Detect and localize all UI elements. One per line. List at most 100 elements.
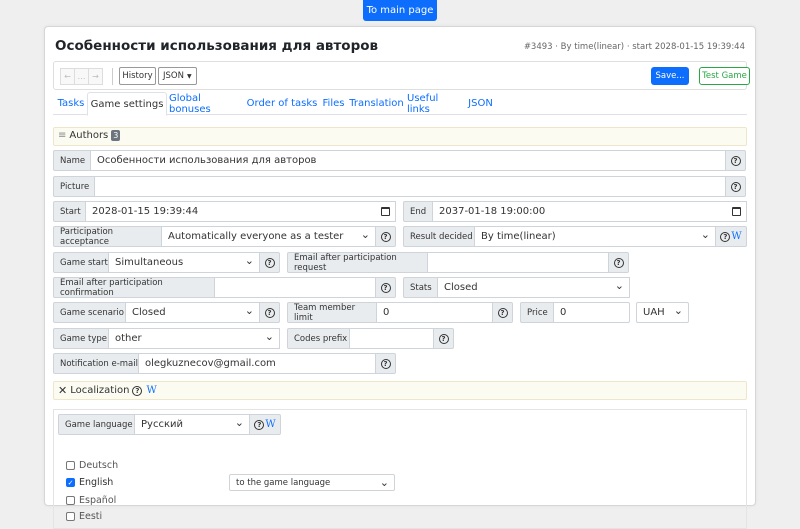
picture-label: Picture — [53, 176, 95, 197]
game-settings-panel: Особенности использования для авторов #3… — [44, 26, 756, 529]
scenario-help-button[interactable]: ? — [259, 302, 280, 323]
question-icon: ? — [380, 231, 391, 242]
question-icon[interactable]: ? — [132, 385, 143, 396]
toolbar-divider — [112, 68, 113, 85]
participation-select[interactable]: Automatically everyone as a tester — [161, 226, 376, 247]
game-language-help-button[interactable]: ? W — [249, 414, 281, 435]
game-start-help-button[interactable]: ? — [259, 252, 280, 273]
tab-useful-links[interactable]: Useful links — [407, 92, 463, 115]
codes-prefix-label: Codes prefix — [287, 328, 350, 349]
english-translation-mode-select[interactable]: to the game language — [229, 474, 395, 491]
notification-help-button[interactable]: ? — [375, 353, 396, 374]
result-decided-select[interactable]: By time(linear) — [474, 226, 716, 247]
name-row: Name Особенности использования для автор… — [53, 150, 747, 171]
start-value: 2028-01-15 19:39:44 — [92, 206, 199, 217]
page-title: Особенности использования для авторов — [55, 38, 379, 54]
back-button[interactable]: ← — [60, 68, 75, 85]
json-label: JSON — [163, 71, 184, 81]
language-name: Español — [79, 495, 117, 506]
tab-translation[interactable]: Translation — [349, 92, 404, 115]
game-language-select[interactable]: Русский — [134, 414, 250, 435]
language-option-deutsch[interactable]: Deutsch — [66, 460, 118, 471]
name-field[interactable]: Особенности использования для авторов — [90, 150, 726, 171]
wiki-icon[interactable]: W — [146, 385, 156, 396]
main-page-button[interactable]: To main page — [363, 0, 437, 21]
email-request-help-button[interactable]: ? — [608, 252, 629, 273]
tab-json[interactable]: JSON — [467, 92, 494, 115]
localization-section-toggle[interactable]: ✕ Localization ? W — [53, 381, 747, 400]
participation-help-button[interactable]: ? — [375, 226, 396, 247]
tab-files[interactable]: Files — [321, 92, 346, 115]
history-button[interactable]: History — [119, 67, 156, 85]
save-button[interactable]: Save... — [651, 67, 689, 85]
question-icon: ? — [613, 257, 624, 268]
stats-select[interactable]: Closed — [437, 277, 630, 298]
question-icon: ? — [380, 358, 391, 369]
team-limit-help-button[interactable]: ? — [492, 302, 513, 323]
hamburger-icon: ≡ — [58, 130, 67, 141]
calendar-icon[interactable] — [732, 207, 741, 216]
language-name: Eesti — [79, 511, 103, 522]
codes-prefix-help-button[interactable]: ? — [433, 328, 454, 349]
email-request-field[interactable] — [427, 252, 609, 273]
language-option-espanol[interactable]: Español — [66, 495, 116, 506]
game-start-select[interactable]: Simultaneous — [108, 252, 260, 273]
json-dropdown-button[interactable]: JSON ▼ — [158, 67, 197, 85]
result-decided-label: Result decided — [403, 226, 475, 247]
notification-email-field[interactable]: olegkuznecov@gmail.com — [138, 353, 376, 374]
wiki-icon[interactable]: W — [731, 231, 741, 242]
email-confirm-field[interactable] — [214, 277, 376, 298]
codes-prefix-field[interactable] — [349, 328, 434, 349]
email-confirm-help-button[interactable]: ? — [375, 277, 396, 298]
team-limit-field[interactable]: 0 — [376, 302, 493, 323]
scenario-select[interactable]: Closed — [125, 302, 260, 323]
checkbox-icon[interactable] — [66, 512, 75, 521]
team-limit-label: Team member limit — [287, 302, 377, 323]
stats-label: Stats — [403, 277, 438, 298]
game-language-label: Game language — [58, 414, 135, 435]
calendar-icon[interactable] — [381, 207, 390, 216]
end-datetime-field[interactable]: 2037-01-18 19:00:00 — [432, 201, 747, 222]
wiki-icon[interactable]: W — [265, 419, 275, 430]
picture-field[interactable] — [94, 176, 726, 197]
close-icon[interactable]: ✕ — [58, 384, 67, 397]
result-help-button[interactable]: ? W — [715, 226, 747, 247]
start-datetime-field[interactable]: 2028-01-15 19:39:44 — [85, 201, 396, 222]
question-icon: ? — [264, 257, 275, 268]
checkbox-checked-icon[interactable]: ✓ — [66, 478, 75, 487]
name-help-button[interactable]: ? — [725, 150, 746, 171]
ellipsis-button[interactable]: … — [74, 68, 89, 85]
game-type-row: Game type other Codes prefix ? — [53, 328, 747, 349]
start-label: Start — [53, 201, 86, 222]
checkbox-icon[interactable] — [66, 496, 75, 505]
language-name: Deutsch — [79, 460, 119, 471]
scenario-label: Game scenario — [53, 302, 126, 323]
toolbar: ← … → History JSON ▼ Save... Test Game — [53, 61, 750, 90]
game-start-label: Game start — [53, 252, 109, 273]
authors-count-badge: 3 — [111, 130, 121, 141]
game-type-select[interactable]: other — [108, 328, 280, 349]
currency-select[interactable]: UAH — [636, 302, 689, 323]
authors-label: Authors — [69, 130, 109, 141]
game-type-label: Game type — [53, 328, 109, 349]
question-icon: ? — [730, 181, 741, 192]
question-icon: ? — [720, 231, 731, 242]
email-confirm-label: Email after participation confirmation — [53, 277, 215, 298]
dates-row: Start 2028-01-15 19:39:44 End 2037-01-18… — [53, 201, 747, 222]
tab-order-of-tasks[interactable]: Order of tasks — [246, 92, 318, 115]
tab-global-bonuses[interactable]: Global bonuses — [169, 92, 243, 115]
language-option-english[interactable]: ✓ English — [66, 477, 113, 488]
language-option-eesti[interactable]: Eesti — [66, 511, 102, 522]
test-game-button[interactable]: Test Game — [699, 67, 750, 85]
question-icon: ? — [254, 419, 265, 430]
forward-button[interactable]: → — [88, 68, 103, 85]
settings-tabs: Tasks Game settings Global bonuses Order… — [53, 92, 747, 116]
authors-section-toggle[interactable]: ≡ Authors 3 — [53, 127, 747, 146]
tab-tasks[interactable]: Tasks — [57, 92, 85, 115]
tab-game-settings[interactable]: Game settings — [87, 92, 167, 116]
picture-help-button[interactable]: ? — [725, 176, 746, 197]
question-icon: ? — [730, 155, 741, 166]
nav-button-group: ← … → — [60, 68, 103, 85]
price-field[interactable]: 0 — [553, 302, 630, 323]
checkbox-icon[interactable] — [66, 461, 75, 470]
